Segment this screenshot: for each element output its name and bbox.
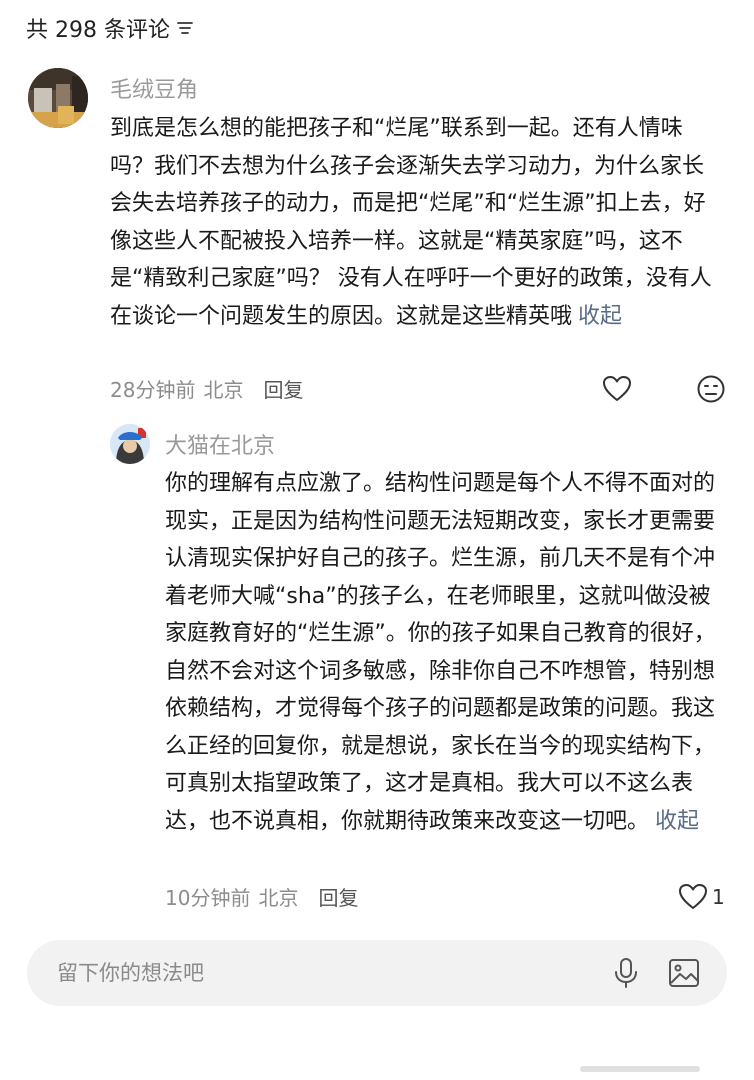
comments-header: 共 298 条评论 <box>26 10 194 46</box>
input-placeholder: 留下你的想法吧 <box>57 961 204 985</box>
comment-location: 北京 <box>203 378 244 402</box>
sort-lines-icon[interactable] <box>176 20 194 36</box>
collapse-link[interactable]: 收起 <box>655 809 699 834</box>
dislike-face-icon[interactable] <box>694 372 728 406</box>
comment-time: 28分钟前 <box>110 378 196 402</box>
comment-body: 到底是怎么想的能把孩子和“烂尾”联系到一起。还有人情味吗？我们不去想为什么孩子会… <box>110 116 712 329</box>
reply-location: 北京 <box>258 886 299 910</box>
like-count: 1 <box>712 885 725 909</box>
home-indicator <box>580 1066 700 1072</box>
reply-text: 你的理解有点应激了。结构性问题是每个人不得不面对的现实，正是因为结构性问题无法短… <box>165 465 721 840</box>
reply-meta: 10分钟前 北京 回复 <box>165 882 358 911</box>
reply-button[interactable]: 回复 <box>318 882 358 911</box>
avatar[interactable] <box>28 68 88 128</box>
heart-icon[interactable] <box>678 883 708 911</box>
comment-count: 共 298 条评论 <box>26 18 170 43</box>
avatar[interactable] <box>110 424 150 464</box>
collapse-link[interactable]: 收起 <box>578 304 622 329</box>
heart-icon[interactable] <box>600 372 634 406</box>
comment-input[interactable]: 留下你的想法吧 <box>27 940 727 1006</box>
comment-username[interactable]: 毛绒豆角 <box>110 72 198 104</box>
microphone-icon[interactable] <box>609 956 643 990</box>
comment-meta: 28分钟前 北京 回复 <box>110 374 303 403</box>
comment-text: 到底是怎么想的能把孩子和“烂尾”联系到一起。还有人情味吗？我们不去想为什么孩子会… <box>110 110 722 335</box>
like-button[interactable]: 1 <box>678 880 725 914</box>
image-icon[interactable] <box>667 956 701 990</box>
reply-body: 你的理解有点应激了。结构性问题是每个人不得不面对的现实，正是因为结构性问题无法短… <box>165 471 716 834</box>
reply-button[interactable]: 回复 <box>263 374 303 403</box>
reply-time: 10分钟前 <box>165 886 251 910</box>
reply-username[interactable]: 大猫在北京 <box>165 428 275 460</box>
